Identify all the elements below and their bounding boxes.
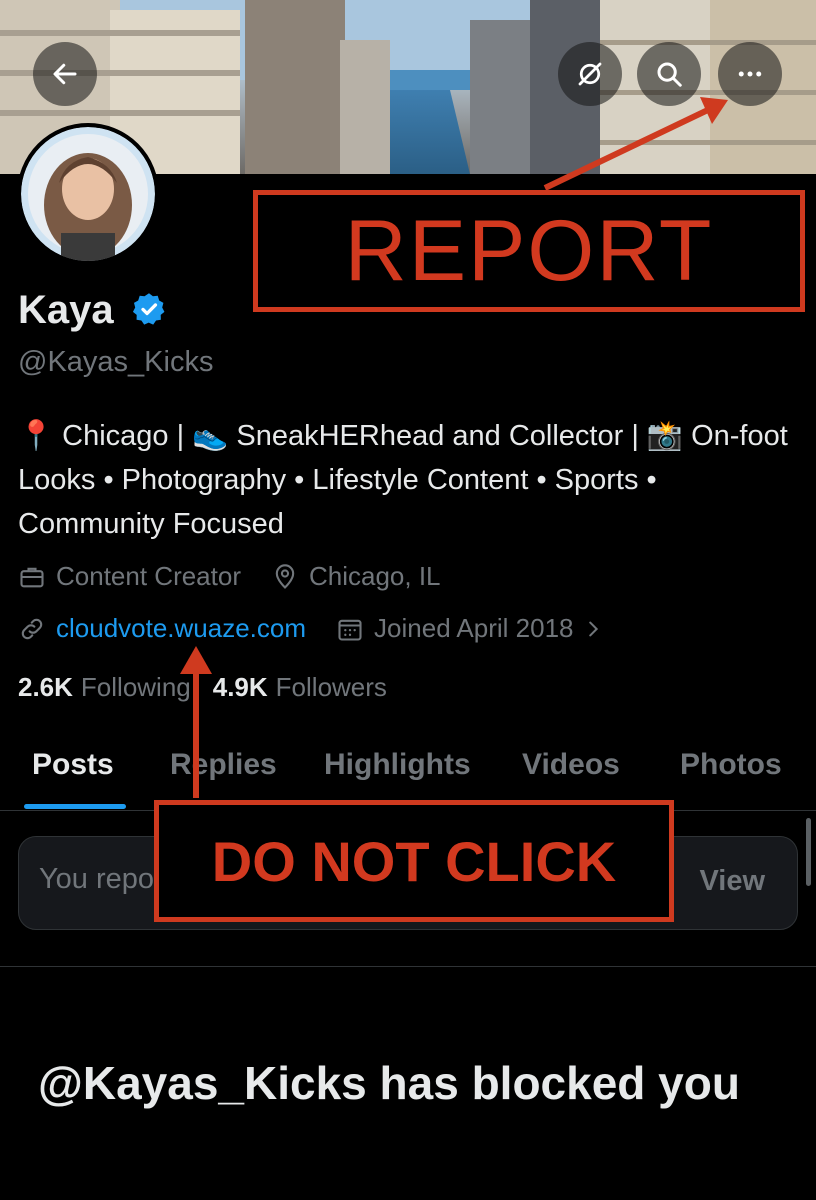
search-icon — [657, 62, 682, 87]
profile-bio: 📍 Chicago | 👟 SneakHERhead and Collector… — [18, 420, 788, 540]
following-count: 2.6K — [18, 672, 73, 702]
category-item: Content Creator — [18, 561, 241, 592]
tab-photos[interactable]: Photos — [680, 748, 782, 782]
avatar[interactable] — [17, 123, 159, 265]
location-item: Chicago, IL — [271, 561, 441, 592]
following-link[interactable]: 2.6K Following — [18, 672, 191, 703]
active-tab-indicator — [24, 804, 126, 809]
verified-badge-icon[interactable] — [131, 291, 167, 327]
report-annotation-text: REPORT — [344, 202, 714, 299]
joined-text: Joined April 2018 — [374, 613, 574, 643]
link-icon — [21, 618, 43, 639]
more-options-button[interactable] — [718, 42, 782, 106]
handle: @Kayas_Kicks — [18, 346, 214, 378]
following-label: Following — [80, 672, 191, 702]
followers-count: 4.9K — [212, 672, 268, 702]
hide-reposts-button[interactable] — [558, 42, 622, 106]
profile-meta-row-2: cloudvote.wuaze.com Joined April 2018 — [18, 613, 644, 644]
website-item[interactable]: cloudvote.wuaze.com — [18, 613, 306, 644]
more-horizontal-icon — [738, 71, 762, 77]
blocked-message: @Kayas_Kicks has blocked you — [38, 1057, 740, 1109]
avatar-photo — [21, 127, 155, 261]
do-not-click-annotation-text: DO NOT CLICK — [211, 829, 617, 893]
followers-label: Followers — [275, 672, 387, 702]
follow-stats: 2.6K Following 4.9K Followers — [18, 672, 387, 703]
section-divider — [0, 966, 816, 967]
retweet-off-icon — [578, 62, 602, 86]
chevron-right-icon — [588, 621, 598, 636]
briefcase-icon — [20, 567, 44, 587]
back-button[interactable] — [33, 42, 97, 106]
notice-text: You repo — [39, 863, 155, 895]
tab-replies[interactable]: Replies — [170, 748, 277, 782]
category-text: Content Creator — [56, 561, 241, 591]
search-button[interactable] — [637, 42, 701, 106]
location-pin-icon — [275, 563, 295, 589]
scrollbar[interactable] — [806, 818, 811, 886]
tab-videos[interactable]: Videos — [522, 748, 620, 782]
location-text: Chicago, IL — [308, 561, 441, 591]
display-name: Kaya — [18, 288, 167, 333]
calendar-icon — [338, 619, 362, 641]
do-not-click-annotation-box: DO NOT CLICK — [154, 800, 674, 922]
profile-meta-row: Content Creator Chicago, IL — [18, 561, 471, 592]
tab-posts[interactable]: Posts — [32, 748, 114, 782]
followers-link[interactable]: 4.9K Followers — [213, 672, 387, 703]
do-not-click-arrow-head — [180, 646, 212, 674]
display-name-text: Kaya — [18, 288, 114, 332]
report-annotation-box: REPORT — [253, 190, 805, 312]
view-button[interactable]: View — [699, 865, 765, 898]
website-link[interactable]: cloudvote.wuaze.com — [56, 613, 306, 644]
joined-item[interactable]: Joined April 2018 — [336, 613, 613, 644]
arrow-left-icon — [53, 63, 77, 85]
tab-highlights[interactable]: Highlights — [324, 748, 471, 782]
